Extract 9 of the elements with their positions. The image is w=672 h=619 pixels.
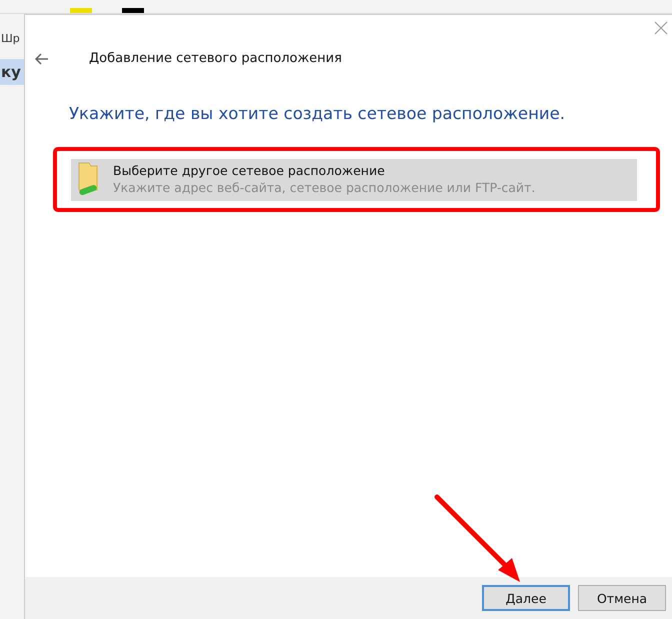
dialog-heading: Укажите, где вы хотите создать сетевое расположение. [69,104,566,123]
option-title: Выберите другое сетевое расположение [113,163,386,178]
app-label: Шр [0,31,21,47]
dialog-button[interactable]: Далее [482,585,570,611]
dialog-title: Добавление сетевого расположения [89,51,342,66]
app-label: ку [0,59,24,85]
location-option[interactable]: Выберите другое сетевое расположение Укажите адрес веб-сайта, сетевое расположение или FTP-сайт. [71,159,637,201]
option-description: Укажите адрес веб-сайта, сетевое расположение или FTP-сайт. [113,180,536,195]
dialog-button[interactable]: Отмена [578,585,666,611]
